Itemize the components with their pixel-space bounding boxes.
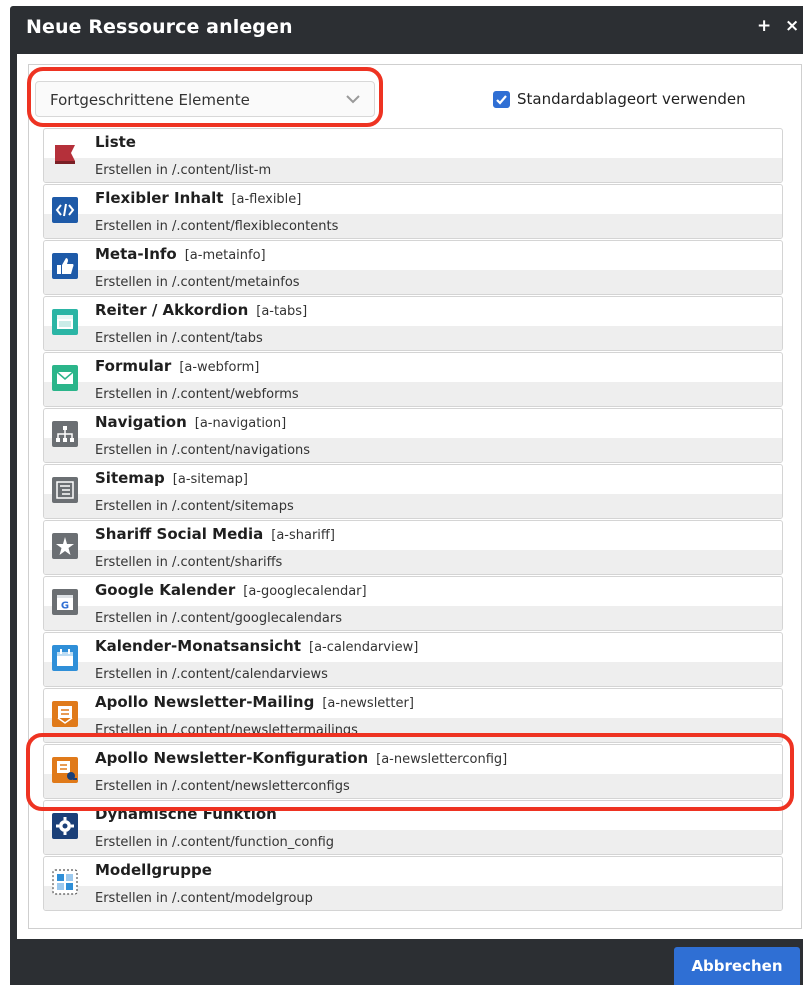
item-path: Erstellen in /.content/calendarviews — [95, 667, 328, 682]
code-icon — [52, 197, 78, 223]
item-name: Apollo Newsletter-Konfiguration [a-newsle… — [95, 749, 508, 767]
calendar-icon — [52, 645, 78, 671]
item-name: Dynamische Funktion — [95, 805, 277, 823]
sitemap-icon — [52, 421, 78, 447]
item-path: Erstellen in /.content/flexiblecontents — [95, 219, 339, 234]
tabs-icon — [52, 309, 78, 335]
svg-text:G: G — [61, 601, 69, 612]
google-calendar-icon: G — [52, 589, 78, 615]
item-path: Erstellen in /.content/sitemaps — [95, 499, 294, 514]
chevron-down-icon — [346, 95, 360, 104]
gear-icon — [52, 813, 78, 839]
resource-type-item[interactable]: Formular [a-webform] Erstellen in /.conte… — [43, 352, 783, 407]
envelope-icon — [52, 365, 78, 391]
item-name: Apollo Newsletter-Mailing [a-newsletter] — [95, 693, 414, 711]
item-name: Flexibler Inhalt [a-flexible] — [95, 189, 302, 207]
resource-type-item[interactable]: Modellgruppe Erstellen in /.content/mode… — [43, 856, 783, 911]
newsletter-icon — [52, 701, 78, 727]
model-group-icon — [52, 869, 78, 895]
item-path: Erstellen in /.content/newsletterconfigs — [95, 779, 350, 794]
default-location-checkbox[interactable] — [493, 91, 510, 108]
resource-type-select-value: Fortgeschrittene Elemente — [50, 91, 250, 109]
resource-type-item[interactable]: Apollo Newsletter-Mailing [a-newsletter] … — [43, 688, 783, 743]
item-tag: [a-newsletterconfig] — [376, 752, 508, 767]
item-name: Meta-Info [a-metainfo] — [95, 245, 266, 263]
item-name: Reiter / Akkordion [a-tabs] — [95, 301, 308, 319]
tree-list-icon — [52, 477, 78, 503]
cancel-button-label: Abbrechen — [691, 957, 783, 975]
item-tag: [a-calendarview] — [309, 640, 419, 655]
item-path: Erstellen in /.content/metainfos — [95, 275, 300, 290]
item-name: Formular [a-webform] — [95, 357, 260, 375]
thumbs-up-icon — [52, 253, 78, 279]
item-tag: [a-flexible] — [231, 192, 302, 207]
item-path: Erstellen in /.content/navigations — [95, 443, 311, 458]
close-icon[interactable]: × — [785, 16, 799, 36]
item-tag: [a-navigation] — [194, 416, 287, 431]
resource-type-item[interactable]: Flexibler Inhalt [a-flexible] Erstellen i… — [43, 184, 783, 239]
item-name: Kalender-Monatsansicht [a-calendarview] — [95, 637, 419, 655]
item-tag: [a-googlecalendar] — [243, 584, 367, 599]
resource-type-item[interactable]: G Google Kalender [a-googlecalendar] Erst… — [43, 576, 783, 631]
resource-type-item[interactable]: Kalender-Monatsansicht [a-calendarview] E… — [43, 632, 783, 687]
list-icon — [52, 141, 78, 167]
item-tag: [a-sitemap] — [172, 472, 248, 487]
item-name: Sitemap [a-sitemap] — [95, 469, 248, 487]
item-tag: [a-shariff] — [271, 528, 335, 543]
item-path: Erstellen in /.content/tabs — [95, 331, 263, 346]
item-name: Shariff Social Media [a-shariff] — [95, 525, 335, 543]
resource-type-item[interactable]: Shariff Social Media [a-shariff] Erstelle… — [43, 520, 783, 575]
dialog-title: Neue Ressource anlegen — [26, 16, 293, 38]
newsletter-config-icon — [52, 757, 78, 783]
item-tag: [a-tabs] — [256, 304, 308, 319]
resource-type-item[interactable]: Apollo Newsletter-Konfiguration [a-newsle… — [43, 744, 783, 799]
resource-type-item[interactable]: Dynamische Funktion Erstellen in /.conte… — [43, 800, 783, 855]
dialog-titlebar: Neue Ressource anlegen + × — [10, 6, 803, 54]
item-path: Erstellen in /.content/function_config — [95, 835, 335, 850]
item-tag: [a-webform] — [179, 360, 260, 375]
resource-type-item[interactable]: Meta-Info [a-metainfo] Erstellen in /.con… — [43, 240, 783, 295]
item-path: Erstellen in /.content/googlecalendars — [95, 611, 342, 626]
resource-type-item[interactable]: Reiter / Akkordion [a-tabs] Erstellen in … — [43, 296, 783, 351]
item-name: Liste — [95, 133, 136, 151]
item-tag: [a-metainfo] — [184, 248, 266, 263]
star-icon — [52, 533, 78, 559]
add-icon[interactable]: + — [757, 16, 771, 36]
checkmark-icon — [496, 95, 507, 105]
item-path: Erstellen in /.content/list-m — [95, 163, 272, 178]
default-location-label: Standardablageort verwenden — [517, 90, 746, 108]
resource-type-select[interactable]: Fortgeschrittene Elemente — [35, 81, 375, 117]
item-path: Erstellen in /.content/newslettermailing… — [95, 723, 358, 738]
item-name: Navigation [a-navigation] — [95, 413, 287, 431]
resource-type-item[interactable]: Liste Erstellen in /.content/list-m — [43, 128, 783, 183]
item-path: Erstellen in /.content/modelgroup — [95, 891, 313, 906]
item-name: Google Kalender [a-googlecalendar] — [95, 581, 367, 599]
resource-type-item[interactable]: Sitemap [a-sitemap] Erstellen in /.conten… — [43, 464, 783, 519]
resource-type-item[interactable]: Navigation [a-navigation] Erstellen in /.… — [43, 408, 783, 463]
item-name: Modellgruppe — [95, 861, 212, 879]
item-tag: [a-newsletter] — [322, 696, 414, 711]
item-path: Erstellen in /.content/webforms — [95, 387, 299, 402]
cancel-button[interactable]: Abbrechen — [674, 947, 800, 985]
item-path: Erstellen in /.content/shariffs — [95, 555, 283, 570]
